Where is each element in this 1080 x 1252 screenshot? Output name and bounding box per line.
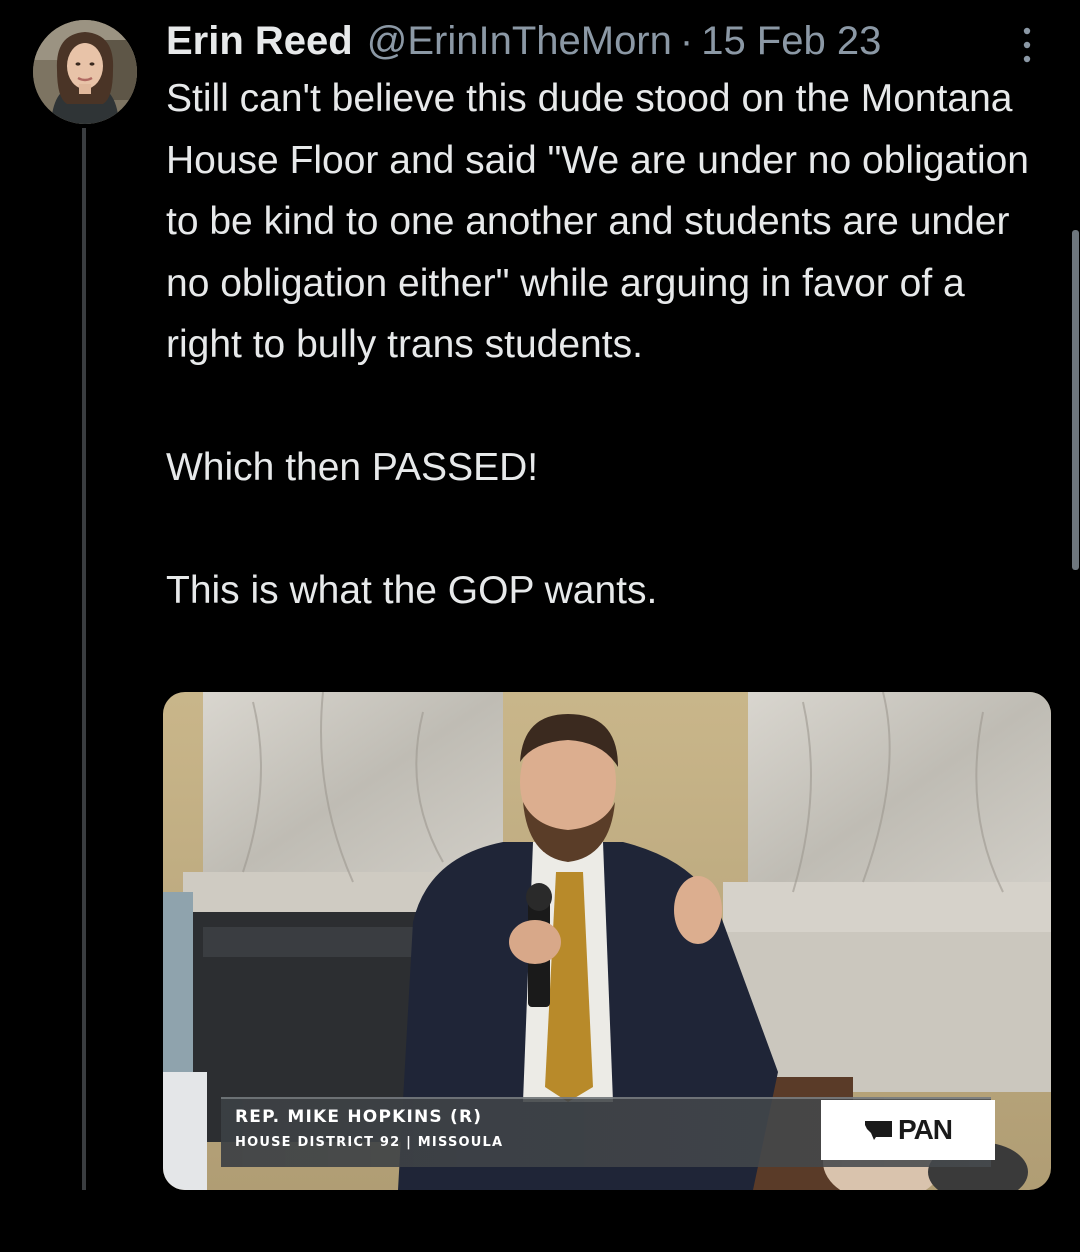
- tweet-video-media[interactable]: REP. MIKE HOPKINS (R) HOUSE DISTRICT 92 …: [163, 692, 1051, 1190]
- lower-third-name: REP. MIKE HOPKINS (R): [235, 1107, 483, 1127]
- more-vertical-icon: [1023, 27, 1031, 63]
- tweet-date[interactable]: 15 Feb 23: [701, 19, 881, 64]
- author-name[interactable]: Erin Reed: [166, 19, 353, 64]
- tweet-body-text: Still can't believe this dude stood on t…: [166, 77, 1029, 612]
- logo-text: PAN: [897, 1114, 953, 1145]
- avatar-photo: [33, 20, 137, 124]
- montana-state-shape-icon: [864, 1121, 892, 1140]
- header-separator: ·: [679, 18, 694, 63]
- avatar[interactable]: [33, 20, 137, 124]
- more-options-button[interactable]: [1012, 22, 1042, 68]
- author-handle[interactable]: @ErinInTheMorn: [367, 19, 672, 64]
- tweet-header: Erin Reed @ErinInTheMorn · 15 Feb 23: [166, 14, 1046, 68]
- thread-connector-line: [82, 128, 86, 1190]
- mpan-logo: PAN: [821, 1100, 995, 1160]
- lower-third-district: HOUSE DISTRICT 92 | MISSOULA: [235, 1135, 504, 1150]
- page-scrollbar[interactable]: [1072, 230, 1079, 570]
